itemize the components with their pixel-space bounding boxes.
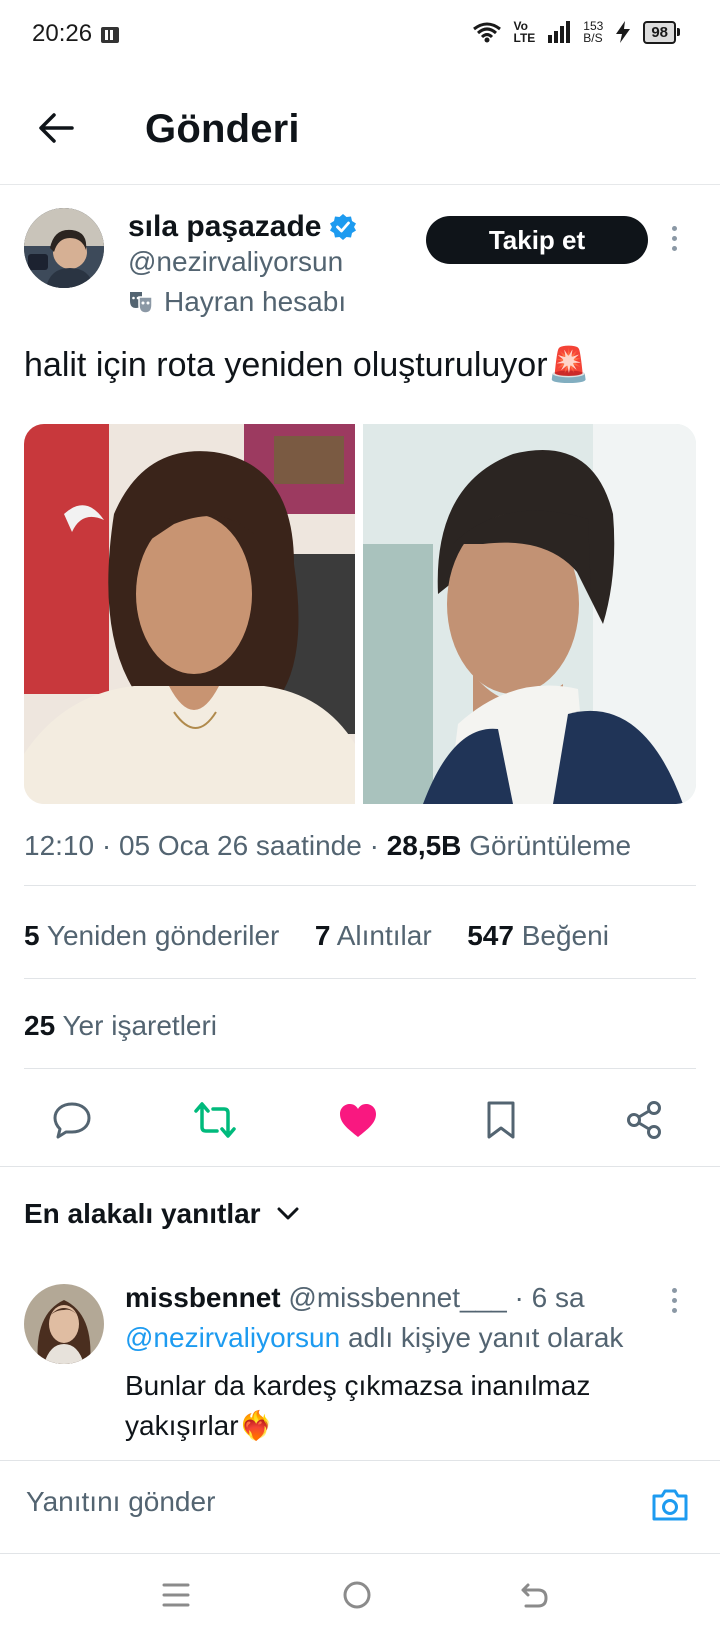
status-icons: Vo LTE 153 B/S 98 bbox=[472, 20, 680, 44]
notification-icon bbox=[100, 26, 120, 49]
divider bbox=[24, 1068, 696, 1069]
divider bbox=[24, 885, 696, 886]
verified-badge-icon bbox=[330, 214, 357, 240]
share-button[interactable] bbox=[614, 1090, 674, 1150]
reply-author-handle[interactable]: @missbennet___ bbox=[288, 1282, 506, 1313]
reply-to-suffix: adlı kişiye yanıt olarak bbox=[340, 1322, 624, 1353]
bookmarks-stat[interactable]: 25 Yer işaretleri bbox=[24, 1010, 217, 1042]
speed-unit: B/S bbox=[583, 31, 603, 45]
reply-button[interactable] bbox=[42, 1090, 102, 1150]
post-text: halit için rota yeniden oluşturuluyor🚨 bbox=[24, 345, 590, 385]
battery-level: 98 bbox=[643, 20, 676, 44]
author-name-row[interactable]: sıla paşazade bbox=[128, 210, 357, 244]
bookmarks-count: 25 bbox=[24, 1010, 56, 1041]
repost-icon bbox=[194, 1102, 236, 1138]
reply-input[interactable] bbox=[24, 1485, 628, 1519]
camera-button[interactable] bbox=[650, 1487, 690, 1528]
charging-icon bbox=[616, 21, 631, 43]
reply-text-content: Bunlar da kardeş çıkmazsa inanılmaz yakı… bbox=[125, 1370, 591, 1441]
likes-count: 547 bbox=[467, 920, 514, 951]
author-handle[interactable]: @nezirvaliyorsun bbox=[128, 246, 343, 278]
replies-sort-dropdown[interactable]: En alakalı yanıtlar bbox=[24, 1198, 299, 1230]
home-button[interactable] bbox=[342, 1580, 372, 1615]
signal-icon bbox=[548, 21, 571, 43]
recent-apps-button[interactable] bbox=[162, 1582, 190, 1613]
divider bbox=[0, 1166, 720, 1167]
reply-avatar[interactable] bbox=[24, 1284, 104, 1364]
replies-sort-label: En alakalı yanıtlar bbox=[24, 1198, 261, 1229]
reposts-label: Yeniden gönderiler bbox=[46, 920, 280, 951]
author-avatar[interactable] bbox=[24, 208, 104, 288]
status-time: 20:26 bbox=[32, 20, 93, 47]
top-app-bar: Gönderi bbox=[0, 72, 720, 185]
masks-icon bbox=[130, 292, 153, 314]
system-nav-bar bbox=[0, 1560, 720, 1640]
reply-more-options-icon[interactable] bbox=[672, 1288, 677, 1313]
camera-icon bbox=[652, 1489, 688, 1521]
share-icon bbox=[627, 1101, 661, 1139]
post-stats-row: 5 Yeniden gönderiler 7 Alıntılar 547 Beğ… bbox=[24, 920, 609, 952]
reply-header: missbennet @missbennet___ · 6 sa bbox=[125, 1282, 585, 1314]
like-button[interactable] bbox=[328, 1090, 388, 1150]
quotes-label: Alıntılar bbox=[336, 920, 432, 951]
page-title: Gönderi bbox=[145, 107, 300, 151]
back-button[interactable] bbox=[28, 100, 84, 156]
divider bbox=[24, 978, 696, 979]
likes-label: Beğeni bbox=[521, 920, 609, 951]
heart-on-fire-emoji: ❤️‍🔥 bbox=[238, 1410, 274, 1441]
reply-composer bbox=[0, 1460, 720, 1554]
arrow-left-icon bbox=[39, 113, 74, 143]
bookmarks-label: Yer işaretleri bbox=[62, 1010, 218, 1041]
author-name[interactable]: sıla paşazade bbox=[128, 210, 321, 244]
post-timestamp: 12:10 · 05 Oca 26 saatinde · bbox=[24, 830, 387, 861]
fan-account-text: Hayran hesabı bbox=[164, 286, 347, 317]
quotes-count: 7 bbox=[314, 920, 331, 951]
views-label: Görüntüleme bbox=[469, 830, 632, 861]
chevron-down-icon bbox=[277, 1207, 299, 1220]
reply-context: @nezirvaliyorsun adlı kişiye yanıt olara… bbox=[125, 1322, 623, 1354]
quotes-stat[interactable]: 7 Alıntılar bbox=[315, 920, 432, 951]
follow-button[interactable]: Takip et bbox=[426, 216, 648, 264]
post-metadata: 12:10 · 05 Oca 26 saatinde · 28,5B Görün… bbox=[24, 830, 631, 862]
reply-text: Bunlar da kardeş çıkmazsa inanılmaz yakı… bbox=[125, 1366, 685, 1446]
menu-icon bbox=[162, 1583, 190, 1607]
reply-to-handle[interactable]: @nezirvaliyorsun bbox=[125, 1322, 340, 1353]
fan-account-label: Hayran hesabı bbox=[128, 286, 346, 318]
volte-bottom: LTE bbox=[513, 31, 536, 45]
siren-emoji: 🚨 bbox=[547, 346, 590, 384]
reposts-stat[interactable]: 5 Yeniden gönderiler bbox=[24, 920, 279, 951]
speed-indicator: 153 B/S bbox=[583, 20, 603, 44]
bookmark-icon bbox=[487, 1101, 515, 1139]
post-image-1[interactable] bbox=[24, 424, 355, 804]
reposts-count: 5 bbox=[24, 920, 40, 951]
post-action-bar bbox=[0, 1080, 720, 1160]
wifi-icon bbox=[472, 22, 501, 43]
post-text-content: halit için rota yeniden oluşturuluyor bbox=[24, 346, 548, 384]
reply-time: · 6 sa bbox=[506, 1282, 585, 1313]
back-nav-button[interactable] bbox=[520, 1582, 550, 1615]
repost-button[interactable] bbox=[185, 1090, 245, 1150]
post-more-options-icon[interactable] bbox=[672, 226, 677, 251]
post-image-2[interactable] bbox=[363, 424, 696, 804]
status-bar: 20:26 Vo LTE 153 B/S 98 bbox=[0, 0, 720, 72]
circle-home-icon bbox=[343, 1581, 371, 1609]
comment-icon bbox=[53, 1102, 91, 1139]
volte-indicator: Vo LTE bbox=[514, 20, 536, 44]
likes-stat[interactable]: 547 Beğeni bbox=[467, 920, 609, 951]
back-arrow-icon bbox=[521, 1583, 548, 1608]
bookmark-button[interactable] bbox=[471, 1090, 531, 1150]
views-count: 28,5B bbox=[386, 830, 462, 861]
reply-author-name[interactable]: missbennet bbox=[125, 1282, 281, 1313]
battery-icon: 98 bbox=[643, 20, 680, 44]
heart-icon bbox=[340, 1104, 376, 1137]
